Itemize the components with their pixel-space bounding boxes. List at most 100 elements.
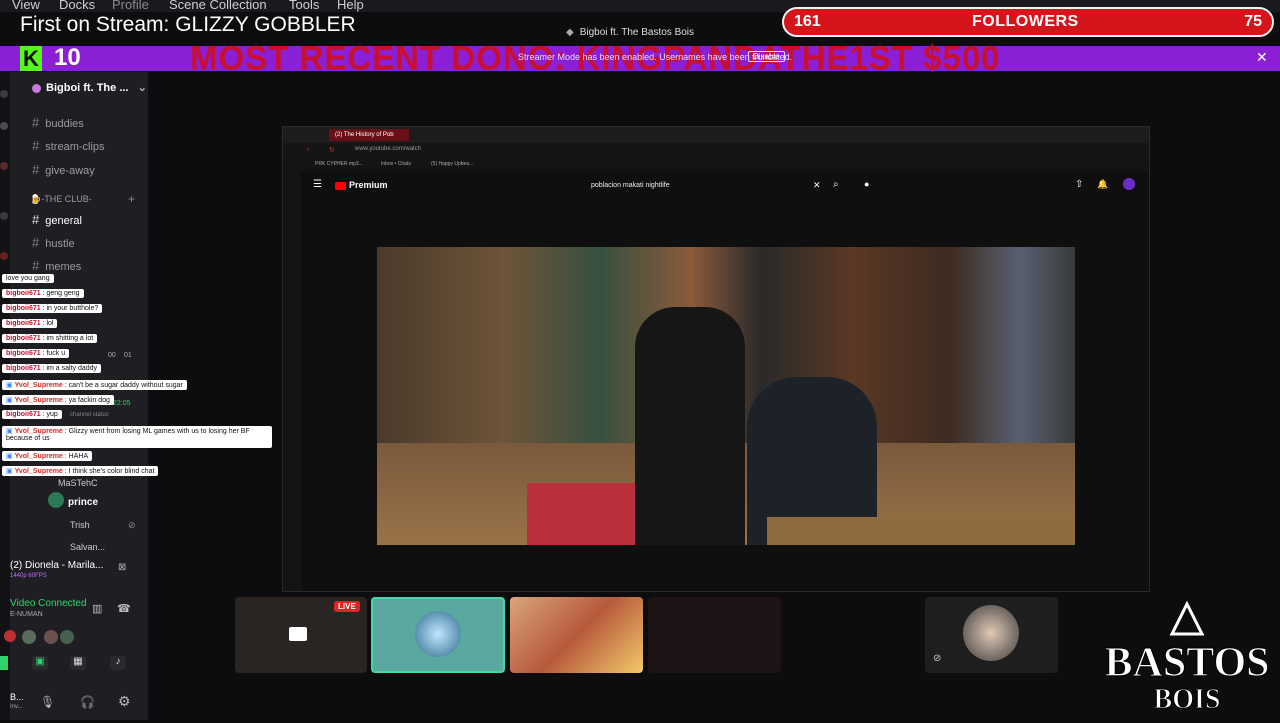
youtube-logo[interactable]: Premium	[335, 180, 388, 190]
logo-line1: BASTOS	[1105, 640, 1270, 686]
avatar	[22, 630, 36, 644]
chat-message: love you gang	[2, 274, 54, 283]
chat-message: ▣ Yvol_Supreme : can't be a sugar daddy …	[2, 380, 187, 390]
hash-icon: #	[32, 115, 40, 130]
video-connected-status: Video Connected	[10, 598, 87, 609]
chat-message: bigboii671 : in your butthole?	[2, 304, 103, 313]
channel-general[interactable]: # general	[32, 212, 82, 227]
user-status: Inv...	[10, 704, 23, 710]
logo-line2: BOIS	[1154, 684, 1221, 715]
hash-icon: #	[32, 258, 40, 273]
server-icon[interactable]	[0, 90, 8, 98]
mute-icon: ⊘	[933, 653, 942, 664]
gear-icon[interactable]: ⚙	[118, 693, 131, 710]
screen-share-icon	[289, 627, 307, 641]
hash-icon: #	[32, 162, 40, 177]
kick-logo-icon: K	[20, 46, 42, 71]
chat-message: ▣ Yvol_Supreme : I think she's color bli…	[2, 466, 159, 476]
screen-share-icon[interactable]: ▣	[32, 656, 48, 670]
hash-icon: #	[32, 212, 40, 227]
channel-stream-clips[interactable]: # stream-clips	[32, 138, 105, 153]
video-scene-waiter	[635, 307, 745, 545]
activities-icon[interactable]: ▦	[70, 656, 86, 670]
first-on-stream-label: First on Stream: GLIZZY GOBBLER	[20, 13, 356, 36]
upload-icon[interactable]: ⇧	[1075, 179, 1083, 190]
bookmark[interactable]: Inbox • Chats	[381, 161, 411, 167]
voice-user[interactable]: prince	[68, 497, 98, 508]
url-field[interactable]: www.youtube.com/watch	[355, 146, 421, 152]
participant-tile-selected[interactable]	[371, 597, 505, 673]
user-name[interactable]: B...	[10, 692, 24, 702]
camera-icon[interactable]	[0, 656, 8, 670]
disconnect-icon[interactable]: ☎	[117, 602, 131, 615]
close-icon[interactable]: ⊠	[118, 562, 126, 573]
server-name[interactable]: Bigboi ft. The ... ⌄	[32, 81, 147, 94]
youtube-play-icon	[335, 181, 346, 190]
browser-tab-bar: (2) The History of Pob	[283, 127, 1149, 143]
menu-profile[interactable]: Profile	[112, 0, 149, 12]
chat-message: bigboii671 : lol	[2, 319, 58, 328]
notification-icon[interactable]: 🔔	[1097, 179, 1108, 190]
discord-icon: ◆	[566, 27, 574, 38]
beer-icon: 🍺	[30, 194, 42, 204]
window-title: ◆ Bigboi ft. The Bastos Bois	[566, 27, 695, 38]
reload-icon[interactable]: ↻	[329, 146, 335, 154]
avatar	[44, 630, 58, 644]
menu-icon[interactable]: ☰	[313, 179, 322, 190]
menu-help[interactable]: Help	[337, 0, 364, 12]
clear-icon[interactable]: ✕	[813, 180, 821, 191]
bookmarks-bar: PRK CYPHER mp3... Inbox • Chats (5) Happ…	[283, 159, 1149, 171]
menu-docks[interactable]: Docks	[59, 0, 95, 12]
stream-preview-title[interactable]: (2) Dionela - Marila...	[10, 560, 103, 571]
stream-quality: 1440p 60FPS	[10, 573, 47, 579]
bookmark[interactable]: (5) Happy Upbea...	[431, 161, 473, 167]
server-icon[interactable]	[0, 252, 8, 260]
add-channel-icon[interactable]: +	[128, 192, 135, 206]
search-input[interactable]: poblacion makati nightlife	[587, 178, 835, 194]
channel-buddies[interactable]: # buddies	[32, 115, 84, 130]
headphones-icon[interactable]: 🎧	[80, 695, 95, 709]
avatar	[4, 630, 16, 642]
youtube-header: ☰ Premium poblacion makati nightlife ✕ ⌕…	[301, 173, 1149, 199]
category-the-club[interactable]: 🍺-THE CLUB-	[30, 194, 92, 205]
kick-viewer-count: 10	[54, 44, 81, 71]
microphone-icon[interactable]: ●	[864, 179, 869, 189]
address-bar: ‹ ↻ www.youtube.com/watch	[283, 143, 1149, 159]
hash-icon: #	[32, 235, 40, 250]
chat-message: bigboii671 : im a salty daddy	[2, 364, 102, 373]
channel-hustle[interactable]: # hustle	[32, 235, 75, 250]
chat-overlay: love you gang bigboii671 : geng geng big…	[0, 274, 280, 484]
menu-scene-collection[interactable]: Scene Collection	[169, 0, 267, 12]
participant-tile[interactable]	[648, 597, 781, 673]
menu-view[interactable]: View	[12, 0, 40, 12]
close-icon[interactable]: ✕	[1256, 49, 1268, 66]
browser-tab[interactable]: (2) The History of Pob	[329, 129, 409, 141]
participant-tile[interactable]: ⊘	[925, 597, 1058, 673]
voice-user[interactable]: Salvan...	[70, 542, 105, 552]
followers-pill: 161 FOLLOWERS 75	[782, 7, 1274, 37]
bookmark[interactable]: PRK CYPHER mp3...	[315, 161, 363, 167]
server-icon[interactable]	[0, 212, 8, 220]
menu-tools[interactable]: Tools	[289, 0, 319, 12]
signal-icon[interactable]: ▥	[92, 602, 102, 615]
avatar	[48, 492, 64, 508]
channel-memes[interactable]: # memes	[32, 258, 81, 273]
soundboard-icon[interactable]: ♪	[110, 656, 126, 670]
disable-button[interactable]: Disable	[748, 51, 785, 62]
avatar[interactable]	[1123, 178, 1135, 190]
hash-icon: #	[32, 138, 40, 153]
back-icon[interactable]: ‹	[307, 146, 309, 153]
channel-give-away[interactable]: # give-away	[32, 162, 95, 177]
browser-sidebar	[283, 171, 301, 591]
microphone-icon[interactable]: 🎙	[40, 695, 55, 709]
chat-message: bigboii671 : geng geng	[2, 289, 84, 298]
participant-tile[interactable]	[510, 597, 643, 673]
server-icon[interactable]	[0, 122, 8, 130]
video-player[interactable]	[377, 247, 1075, 545]
voice-user[interactable]: Trish	[70, 520, 90, 530]
server-avatar-icon	[32, 83, 41, 93]
chevron-down-icon[interactable]: ⌄	[138, 82, 147, 94]
server-icon[interactable]	[0, 162, 8, 170]
search-icon[interactable]: ⌕	[833, 179, 839, 190]
bastos-bois-logo: BASTOS BOIS	[1098, 600, 1276, 718]
